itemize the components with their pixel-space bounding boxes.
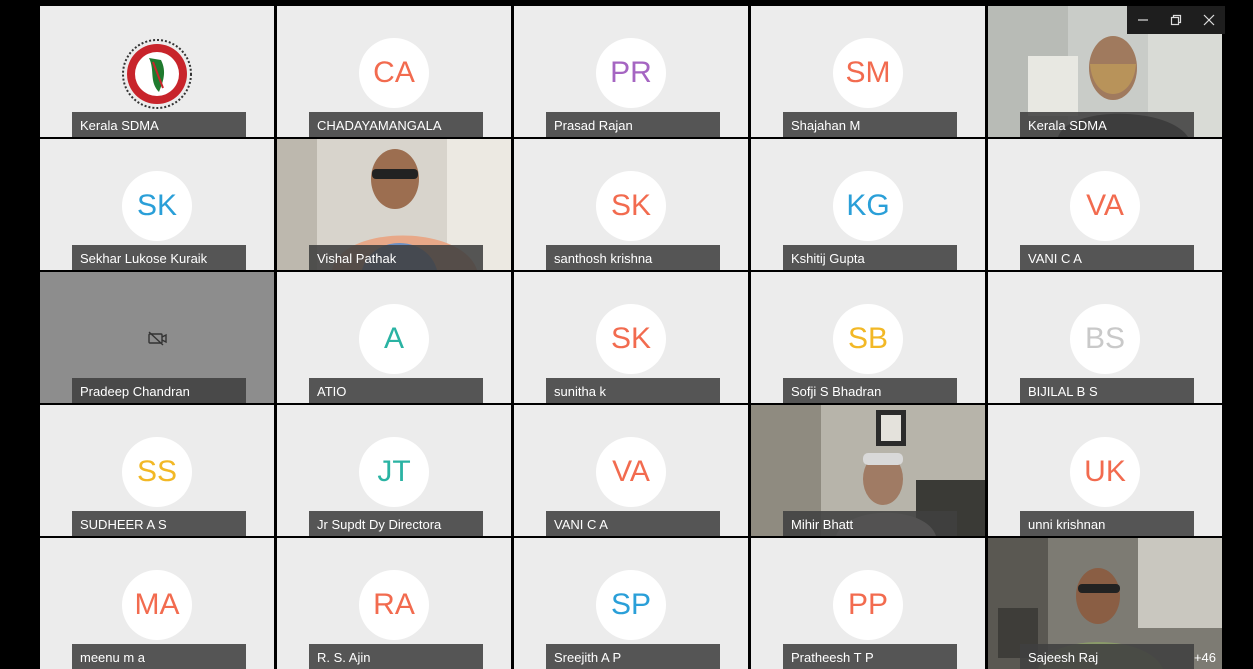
avatar: PP: [833, 570, 903, 640]
participant-name: SUDHEER A S: [72, 511, 246, 536]
avatar: UK: [1070, 437, 1140, 507]
participant-name: Kshitij Gupta: [783, 245, 957, 270]
participant-name: Mihir Bhatt: [783, 511, 957, 536]
participant-name: CHADAYAMANGALA: [309, 112, 483, 137]
participant-name: Sreejith A P: [546, 644, 720, 669]
participant-name: Prasad Rajan: [546, 112, 720, 137]
participant-tile[interactable]: SS SUDHEER A S: [40, 405, 274, 536]
avatar: PR: [596, 38, 666, 108]
participant-tile[interactable]: SB Sofji S Bhadran: [751, 272, 985, 403]
participant-name: ATIO: [309, 378, 483, 403]
participant-name: Kerala SDMA: [72, 112, 246, 137]
participant-tile[interactable]: VA VANI C A: [514, 405, 748, 536]
avatar: SB: [833, 304, 903, 374]
avatar: SP: [596, 570, 666, 640]
participant-tile[interactable]: Vishal Pathak: [277, 139, 511, 270]
avatar: SK: [122, 171, 192, 241]
avatar: JT: [359, 437, 429, 507]
participant-tile[interactable]: RA R. S. Ajin: [277, 538, 511, 669]
avatar: SM: [833, 38, 903, 108]
participant-tile[interactable]: SK Sekhar Lukose Kuraik: [40, 139, 274, 270]
participant-tile[interactable]: Mihir Bhatt: [751, 405, 985, 536]
participant-name: unni krishnan: [1020, 511, 1194, 536]
avatar: SK: [596, 304, 666, 374]
participant-tile[interactable]: JT Jr Supdt Dy Directora: [277, 405, 511, 536]
restore-button[interactable]: [1161, 6, 1191, 34]
participant-name: Pradeep Chandran: [72, 378, 246, 403]
avatar: SS: [122, 437, 192, 507]
participant-name: Jr Supdt Dy Directora: [309, 511, 483, 536]
minimize-button[interactable]: [1128, 6, 1158, 34]
participant-grid: Kerala SDMA CA CHADAYAMANGALA PR Prasad …: [40, 6, 1222, 669]
minimize-icon: [1138, 19, 1149, 21]
participant-tile[interactable]: CA CHADAYAMANGALA: [277, 6, 511, 137]
participant-tile[interactable]: Sajeesh Raj +46: [988, 538, 1222, 669]
participant-tile[interactable]: BS BIJILAL B S: [988, 272, 1222, 403]
avatar: VA: [1070, 171, 1140, 241]
participant-name: Shajahan M: [783, 112, 957, 137]
participant-tile[interactable]: PP Pratheesh T P: [751, 538, 985, 669]
participant-tile[interactable]: SK santhosh krishna: [514, 139, 748, 270]
participant-name: meenu m a: [72, 644, 246, 669]
avatar: CA: [359, 38, 429, 108]
participant-tile[interactable]: SP Sreejith A P: [514, 538, 748, 669]
participant-name: Sekhar Lukose Kuraik: [72, 245, 246, 270]
more-participants-count[interactable]: +46: [1194, 650, 1216, 665]
participant-tile[interactable]: VA VANI C A: [988, 139, 1222, 270]
avatar: RA: [359, 570, 429, 640]
avatar: BS: [1070, 304, 1140, 374]
participant-name: Vishal Pathak: [309, 245, 483, 270]
window-controls: [1127, 6, 1225, 34]
participant-name: sunitha k: [546, 378, 720, 403]
participant-name: Kerala SDMA: [1020, 112, 1194, 137]
participant-tile[interactable]: SM Shajahan M: [751, 6, 985, 137]
restore-icon: [1170, 14, 1182, 26]
participant-name: santhosh krishna: [546, 245, 720, 270]
participant-name: R. S. Ajin: [309, 644, 483, 669]
participant-name: VANI C A: [1020, 245, 1194, 270]
avatar: VA: [596, 437, 666, 507]
avatar: KG: [833, 171, 903, 241]
participant-tile[interactable]: PR Prasad Rajan: [514, 6, 748, 137]
participant-tile[interactable]: A ATIO: [277, 272, 511, 403]
camera-off-icon: [147, 330, 167, 351]
participant-tile[interactable]: Pradeep Chandran: [40, 272, 274, 403]
participant-tile[interactable]: KG Kshitij Gupta: [751, 139, 985, 270]
participant-name: Pratheesh T P: [783, 644, 957, 669]
participant-tile[interactable]: SK sunitha k: [514, 272, 748, 403]
participant-name: VANI C A: [546, 511, 720, 536]
participant-tile[interactable]: MA meenu m a: [40, 538, 274, 669]
avatar: SK: [596, 171, 666, 241]
avatar: MA: [122, 570, 192, 640]
participant-tile[interactable]: UK unni krishnan: [988, 405, 1222, 536]
participant-name: Sofji S Bhadran: [783, 378, 957, 403]
participant-tile[interactable]: Kerala SDMA: [40, 6, 274, 137]
participant-name: Sajeesh Raj: [1020, 644, 1194, 669]
participant-name: BIJILAL B S: [1020, 378, 1194, 403]
close-button[interactable]: [1194, 6, 1224, 34]
avatar: A: [359, 304, 429, 374]
close-icon: [1203, 14, 1215, 26]
kerala-sdma-logo-icon: [119, 36, 195, 117]
